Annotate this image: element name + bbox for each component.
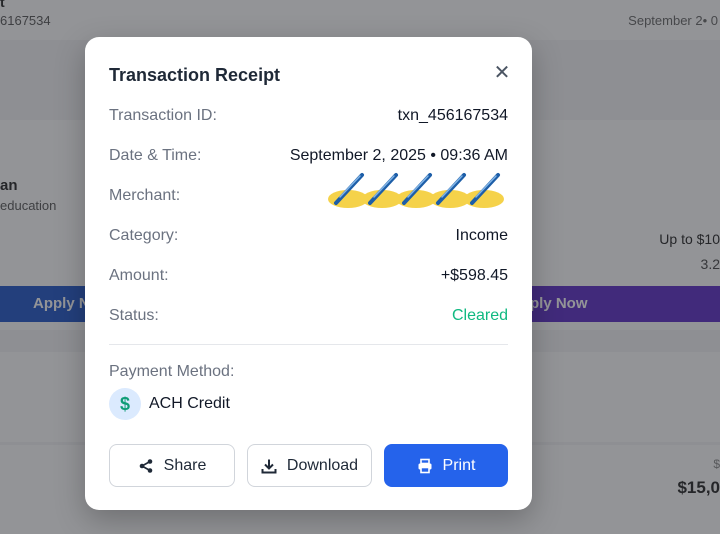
payment-method-label: Payment Method: [109,363,235,380]
close-icon[interactable]: ✕ [492,63,512,83]
row-date-time: Date & Time: September 2, 2025 • 09:36 A… [109,147,508,169]
redaction-scribble-icon [328,173,504,208]
transaction-receipt-modal: Transaction Receipt ✕ Transaction ID: tx… [85,37,532,510]
row-label: Merchant: [109,187,181,204]
printer-icon [418,458,432,473]
row-value: +$598.45 [440,267,508,284]
row-merchant: Merchant: [109,173,508,209]
row-label: Category: [109,227,179,244]
download-label: Download [286,456,359,474]
row-status: Status: Cleared [109,307,508,329]
row-amount: Amount: +$598.45 [109,267,508,289]
status-value: Cleared [451,307,508,324]
download-icon [261,459,277,473]
payment-method-name: ACH Credit [149,395,230,412]
row-value: September 2, 2025 • 09:36 AM [289,147,508,164]
modal-title: Transaction Receipt [109,65,281,85]
print-button[interactable]: Print [384,444,508,487]
row-value: Income [455,227,508,244]
row-value: txn_456167534 [397,107,508,124]
row-label: Status: [109,307,159,324]
dollar-icon: $ [109,388,141,420]
row-label: Amount: [109,267,169,284]
row-label: Date & Time: [109,147,202,164]
share-button[interactable]: Share [109,444,235,487]
print-label: Print [442,456,476,474]
share-label: Share [163,456,207,474]
row-label: Transaction ID: [109,107,217,124]
merchant-redacted [326,169,508,218]
row-transaction-id: Transaction ID: txn_456167534 [109,107,508,129]
row-category: Category: Income [109,227,508,249]
download-button[interactable]: Download [247,444,372,487]
share-icon [139,458,152,473]
divider [109,344,508,345]
